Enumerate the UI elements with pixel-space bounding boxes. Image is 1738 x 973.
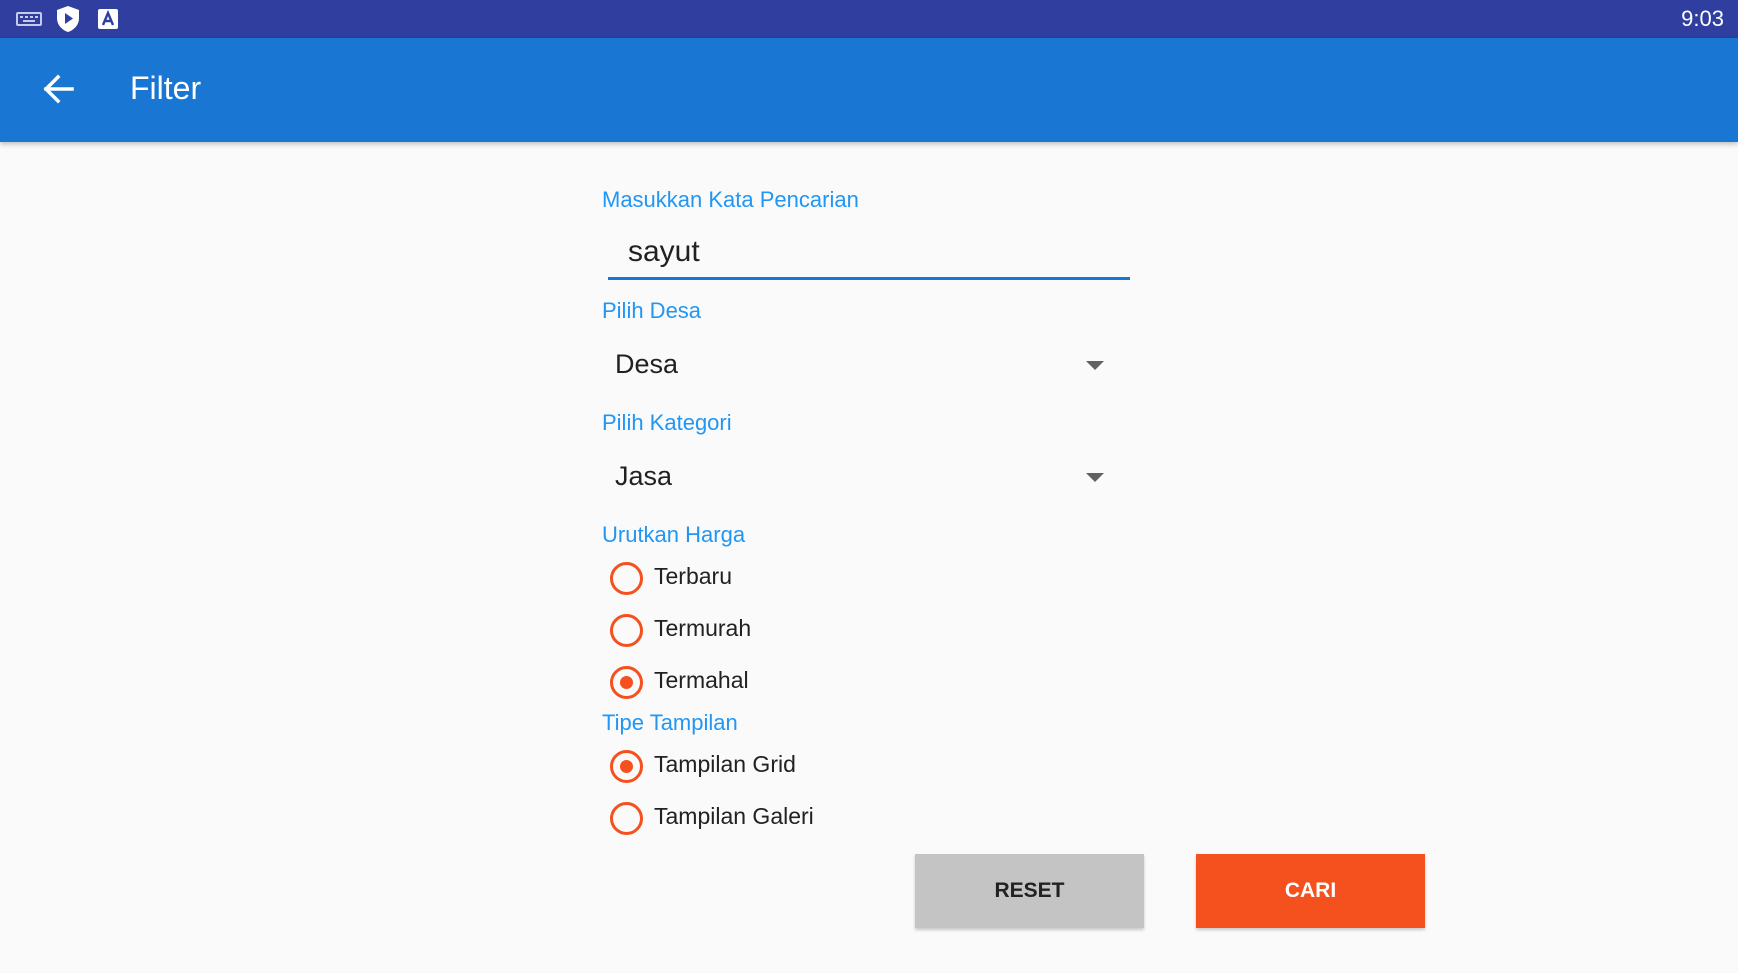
status-clock: 9:03 [1681,6,1724,31]
a-box-icon [98,9,118,29]
search-input[interactable] [608,226,1130,280]
arrow-left-icon [43,74,74,104]
urutkan-label: Urutkan Harga [602,522,746,547]
reset-button[interactable]: RESET [915,854,1144,928]
search-label: Masukkan Kata Pencarian [602,187,859,212]
radio-label: Termahal [654,667,749,693]
radio-circle-icon [610,562,643,595]
status-bar: 9:03 [0,0,1738,38]
dropdown-arrow-icon [1086,473,1104,482]
radio-label: Termurah [654,615,752,641]
radio-selected-dot [620,760,633,773]
kategori-label: Pilih Kategori [602,410,732,435]
radio-label: Terbaru [654,563,732,589]
radio-circle-icon [610,750,643,783]
search-button[interactable]: CARI [1196,854,1425,928]
radio-selected-dot [620,676,633,689]
radio-circle-icon [610,614,643,647]
radio-label: Tampilan Galeri [654,803,814,829]
app-bar: Filter [0,38,1738,142]
back-button[interactable] [34,64,84,114]
dropdown-arrow-icon [1086,361,1104,370]
desa-selected-value: Desa [615,349,679,379]
desa-label: Pilih Desa [602,298,702,323]
keyboard-icon [16,12,42,26]
kategori-dropdown[interactable]: Jasa [602,451,1114,505]
page-title: Filter [130,70,202,106]
radio-circle-icon [610,666,643,699]
tampilan-label: Tipe Tampilan [602,710,738,735]
shield-play-icon [57,6,79,32]
radio-circle-icon [610,802,643,835]
desa-dropdown[interactable]: Desa [602,339,1114,393]
radio-label: Tampilan Grid [654,751,796,777]
kategori-selected-value: Jasa [615,461,673,491]
